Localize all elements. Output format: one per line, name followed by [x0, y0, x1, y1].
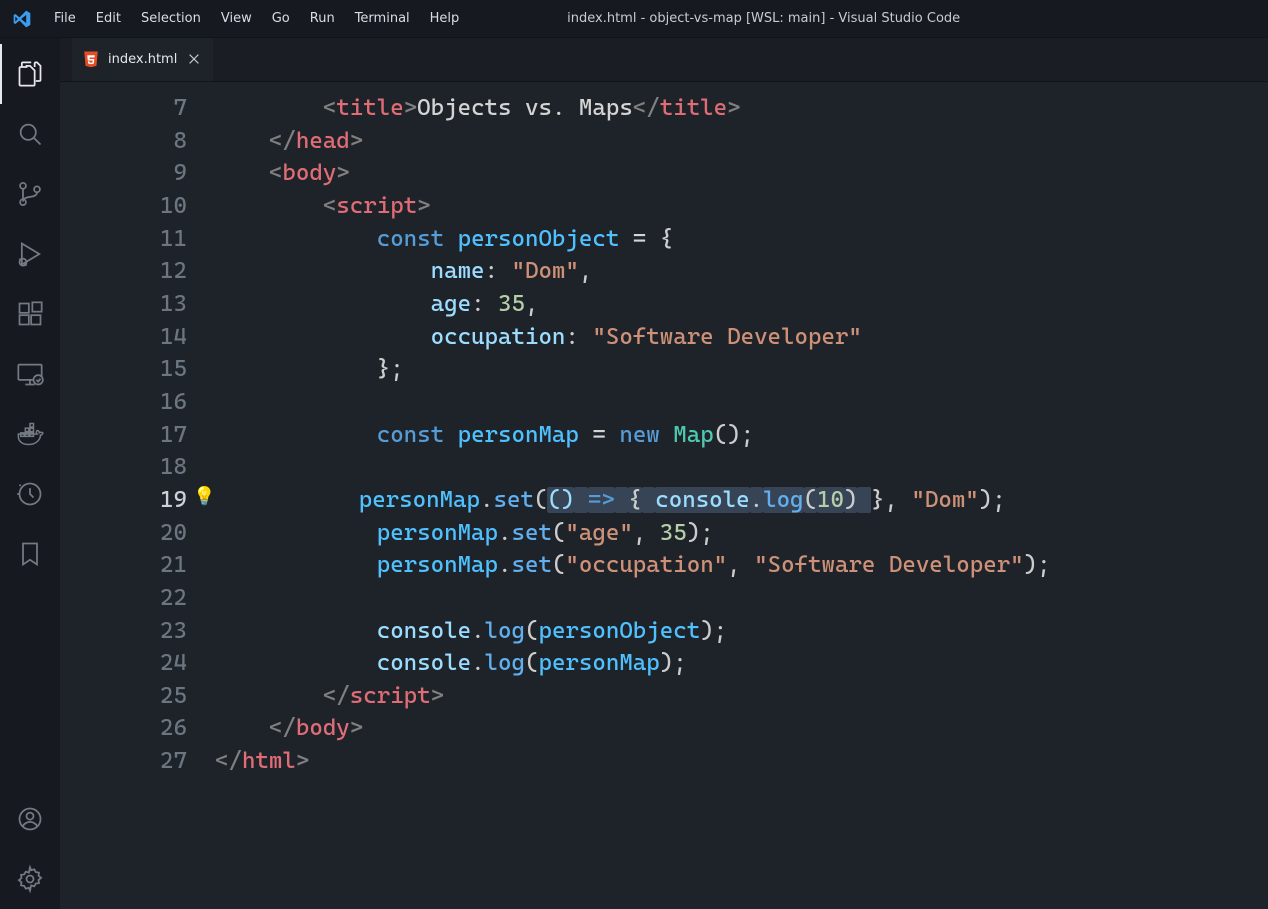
explorer-icon[interactable]	[0, 44, 60, 104]
menu-terminal[interactable]: Terminal	[345, 0, 420, 38]
line-number: 12	[60, 255, 215, 288]
vscode-logo-icon	[10, 7, 34, 31]
html-file-icon	[82, 50, 100, 68]
code-line[interactable]: 23 console.log(personObject);	[60, 615, 1268, 648]
menu-help[interactable]: Help	[420, 0, 470, 38]
code-line[interactable]: 14 occupation: "Software Developer"	[60, 321, 1268, 354]
code-line[interactable]: 22	[60, 582, 1268, 615]
bookmarks-icon[interactable]	[0, 524, 60, 584]
code-line[interactable]: 19💡 personMap.set(() => { console.log(10…	[60, 484, 1268, 517]
line-number: 16	[60, 386, 215, 419]
tab-index-html[interactable]: index.html	[72, 38, 213, 81]
line-number: 25	[60, 680, 215, 713]
code-line[interactable]: 16	[60, 386, 1268, 419]
code-line[interactable]: 17 const personMap = new Map();	[60, 419, 1268, 452]
line-number: 8	[60, 125, 215, 158]
menu-run[interactable]: Run	[300, 0, 345, 38]
vscode-window: File Edit Selection View Go Run Terminal…	[0, 0, 1268, 909]
code-line[interactable]: 10 <script>	[60, 190, 1268, 223]
line-number: 14	[60, 321, 215, 354]
accounts-icon[interactable]	[0, 789, 60, 849]
menu-bar: File Edit Selection View Go Run Terminal…	[44, 0, 469, 38]
docker-icon[interactable]	[0, 404, 60, 464]
line-number: 17	[60, 419, 215, 452]
code-line[interactable]: 21 personMap.set("occupation", "Software…	[60, 549, 1268, 582]
menu-selection[interactable]: Selection	[131, 0, 211, 38]
code-line[interactable]: 27</html>	[60, 745, 1268, 778]
line-number: 9	[60, 157, 215, 190]
code-line[interactable]: 25 </script>	[60, 680, 1268, 713]
window-title: index.html - object-vs-map [WSL: main] -…	[471, 11, 1056, 26]
code-line[interactable]: 20 personMap.set("age", 35);	[60, 517, 1268, 550]
code-line[interactable]: 9 <body>	[60, 157, 1268, 190]
menu-go[interactable]: Go	[262, 0, 300, 38]
line-number: 15	[60, 353, 215, 386]
run-debug-icon[interactable]	[0, 224, 60, 284]
code-editor[interactable]: 7 <title>Objects vs. Maps</title>8 </hea…	[60, 82, 1268, 909]
line-number: 19	[60, 484, 215, 517]
menu-file[interactable]: File	[44, 0, 86, 38]
code-line[interactable]: 18	[60, 451, 1268, 484]
line-number: 18	[60, 451, 215, 484]
code-line[interactable]: 12 name: "Dom",	[60, 255, 1268, 288]
menu-edit[interactable]: Edit	[86, 0, 131, 38]
line-number: 23	[60, 615, 215, 648]
code-line[interactable]: 7 <title>Objects vs. Maps</title>	[60, 92, 1268, 125]
extensions-icon[interactable]	[0, 284, 60, 344]
tab-bar: index.html	[60, 38, 1268, 82]
line-number: 21	[60, 549, 215, 582]
line-number: 7	[60, 92, 215, 125]
close-icon[interactable]	[185, 50, 203, 68]
activity-bar	[0, 38, 60, 909]
code-line[interactable]: 26 </body>	[60, 712, 1268, 745]
timeline-icon[interactable]	[0, 464, 60, 524]
line-number: 10	[60, 190, 215, 223]
line-number: 27	[60, 745, 215, 778]
settings-gear-icon[interactable]	[0, 849, 60, 909]
editor-group: index.html 7 <title>Objects vs. Maps</ti…	[60, 38, 1268, 909]
titlebar: File Edit Selection View Go Run Terminal…	[0, 0, 1268, 38]
tab-label: index.html	[108, 52, 177, 67]
code-line[interactable]: 8 </head>	[60, 125, 1268, 158]
menu-view[interactable]: View	[211, 0, 262, 38]
line-number: 20	[60, 517, 215, 550]
code-line[interactable]: 24 console.log(personMap);	[60, 647, 1268, 680]
line-number: 24	[60, 647, 215, 680]
line-number: 22	[60, 582, 215, 615]
code-line[interactable]: 13 age: 35,	[60, 288, 1268, 321]
line-number: 11	[60, 223, 215, 256]
line-number: 26	[60, 712, 215, 745]
code-line[interactable]: 11 const personObject = {	[60, 223, 1268, 256]
code-line[interactable]: 15 };	[60, 353, 1268, 386]
search-icon[interactable]	[0, 104, 60, 164]
source-control-icon[interactable]	[0, 164, 60, 224]
line-number: 13	[60, 288, 215, 321]
remote-explorer-icon[interactable]	[0, 344, 60, 404]
